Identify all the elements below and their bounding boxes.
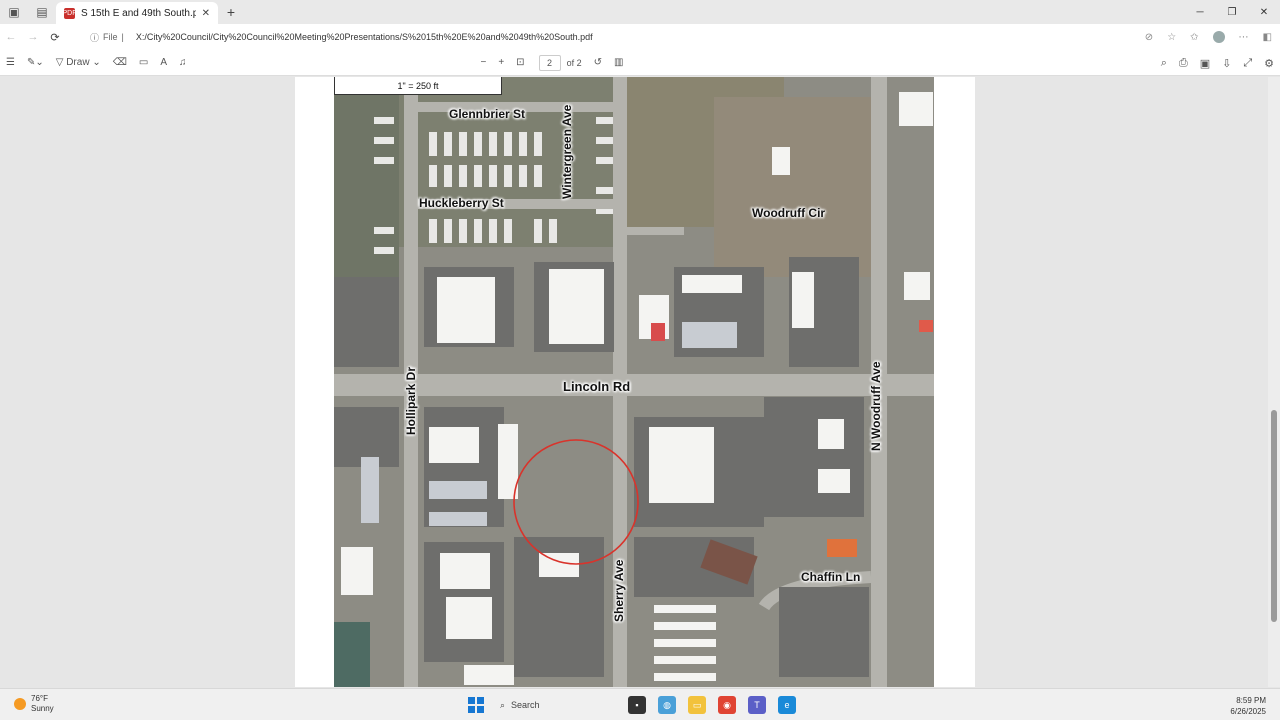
tab-actions-icon[interactable]: ▤ bbox=[28, 0, 56, 24]
favorite-star-icon[interactable]: ☆ bbox=[1167, 32, 1176, 43]
forward-icon[interactable]: → bbox=[22, 31, 44, 43]
sidebar-toggle-icon[interactable]: ◧ bbox=[1263, 32, 1272, 43]
clock-time: 8:59 PM bbox=[1236, 696, 1266, 705]
clock-date: 6/26/2025 bbox=[1230, 707, 1266, 716]
pdf-toolbar: ☰ ✎⌄ ▽ Draw ⌄ ⌫ ▭ A ♫ − + ⊡ 2 of 2 ↺ ▥ ⌕… bbox=[0, 50, 1280, 76]
rotate-icon[interactable]: ↺ bbox=[588, 50, 608, 76]
draw-label: Draw bbox=[66, 57, 90, 68]
refresh-icon[interactable]: ⟳ bbox=[44, 31, 66, 44]
read-aloud-pdf-icon[interactable]: ♫ bbox=[173, 50, 193, 76]
fullscreen-icon[interactable]: ⤢ bbox=[1243, 57, 1252, 70]
file-explorer-icon[interactable]: ▭ bbox=[688, 696, 706, 714]
chrome-icon[interactable]: ◉ bbox=[718, 696, 736, 714]
task-view-icon[interactable]: ▪ bbox=[628, 696, 646, 714]
street-label: Glennbrier St bbox=[449, 107, 526, 121]
street-label: Woodruff Cir bbox=[752, 206, 826, 220]
system-clock[interactable]: 8:59 PM 6/26/2025 bbox=[1230, 695, 1266, 717]
find-icon[interactable]: ⌕ bbox=[1161, 57, 1167, 70]
pdf-page: 1" = 250 ft Glennbrier St Wintergreen Av… bbox=[295, 77, 975, 687]
street-label: Huckleberry St bbox=[419, 196, 504, 210]
street-label: N Woodruff Ave bbox=[869, 361, 883, 451]
pdf-toolbar-right: ⌕ ⎙ ▣ ⇩ ⤢ ⚙ bbox=[1161, 50, 1274, 76]
scrollbar-thumb[interactable] bbox=[1271, 410, 1277, 622]
avatar[interactable] bbox=[1212, 31, 1225, 43]
copilot-icon[interactable]: ◍ bbox=[658, 696, 676, 714]
workspaces-icon[interactable]: ▣ bbox=[0, 0, 28, 24]
window-controls: ─ ❐ ✕ bbox=[1184, 0, 1280, 24]
draw-icon: ▽ bbox=[55, 57, 67, 68]
page-count: of 2 bbox=[566, 57, 582, 68]
site-info[interactable]: ⓘ File | bbox=[90, 31, 124, 44]
back-icon[interactable]: ← bbox=[0, 31, 22, 43]
print-icon[interactable]: ⎙ bbox=[1179, 57, 1188, 70]
edge-icon[interactable]: e bbox=[778, 696, 796, 714]
street-label: Lincoln Rd bbox=[563, 379, 631, 394]
more-menu-icon[interactable]: ⋯ bbox=[1239, 32, 1249, 43]
taskbar: 76°F Sunny ⌕ Search ▪ ◍ ▭ ◉ T e 8:59 PM … bbox=[0, 688, 1280, 720]
fit-page-icon[interactable]: ⊡ bbox=[510, 50, 530, 76]
sun-icon bbox=[14, 698, 26, 710]
tab-close-icon[interactable]: ✕ bbox=[202, 8, 210, 19]
new-tab-button[interactable]: + bbox=[218, 0, 244, 24]
erase-icon[interactable]: ⌫ bbox=[107, 50, 133, 76]
aerial-map: 1" = 250 ft Glennbrier St Wintergreen Av… bbox=[334, 77, 934, 687]
zoom-out-icon[interactable]: − bbox=[474, 50, 492, 76]
url-scheme-label: File bbox=[103, 32, 118, 42]
pdf-file-icon: PDF bbox=[62, 7, 77, 19]
text-size-icon[interactable]: A bbox=[154, 50, 173, 76]
url-text[interactable]: X:/City%20Council/City%20Council%20Meeti… bbox=[136, 32, 593, 42]
read-aloud-icon[interactable]: ⊘ bbox=[1145, 32, 1153, 43]
taskbar-apps: ⌕ Search ▪ ◍ ▭ ◉ T e bbox=[468, 693, 796, 717]
pdf-viewer[interactable]: 1" = 250 ft Glennbrier St Wintergreen Av… bbox=[0, 77, 1268, 687]
vertical-scrollbar[interactable] bbox=[1268, 77, 1280, 687]
weather-temperature: 76°F bbox=[31, 694, 48, 703]
street-label: Chaffin Ln bbox=[801, 570, 861, 584]
address-bar: ← → ⟳ ⓘ File | X:/City%20Council/City%20… bbox=[0, 24, 1280, 50]
contents-icon[interactable]: ☰ bbox=[0, 50, 21, 76]
address-bar-actions: ⊘ ☆ ✩ ⋯ ◧ bbox=[1145, 24, 1272, 50]
page-number-input[interactable]: 2 bbox=[538, 54, 561, 71]
tab-bar: ▣ ▤ PDF S 15th E and 49th South.pdf ✕ + … bbox=[0, 0, 1280, 24]
teams-icon[interactable]: T bbox=[748, 696, 766, 714]
settings-icon[interactable]: ⚙ bbox=[1264, 57, 1274, 70]
tab-pdf[interactable]: PDF S 15th E and 49th South.pdf ✕ bbox=[56, 2, 218, 24]
close-window-icon[interactable]: ✕ bbox=[1248, 0, 1280, 24]
save-as-icon[interactable]: ⇩ bbox=[1222, 57, 1231, 70]
taskbar-search[interactable]: ⌕ Search bbox=[496, 694, 616, 716]
search-label: Search bbox=[511, 700, 540, 710]
text-box-icon[interactable]: ▭ bbox=[133, 50, 154, 76]
street-label: Hollipark Dr bbox=[404, 366, 418, 435]
map-scale: 1" = 250 ft bbox=[334, 77, 502, 95]
zoom-in-icon[interactable]: + bbox=[492, 50, 510, 76]
info-icon: ⓘ bbox=[90, 32, 100, 43]
aerial-map-graphic bbox=[334, 77, 934, 687]
favorites-icon[interactable]: ✩ bbox=[1190, 32, 1198, 43]
weather-condition: Sunny bbox=[31, 704, 54, 713]
windows-start-icon[interactable] bbox=[468, 697, 484, 713]
save-icon[interactable]: ▣ bbox=[1200, 57, 1210, 70]
search-icon: ⌕ bbox=[500, 699, 506, 710]
tab-title: S 15th E and 49th South.pdf bbox=[81, 7, 196, 19]
draw-button[interactable]: ▽ Draw ⌄ bbox=[50, 50, 107, 76]
restore-icon[interactable]: ❐ bbox=[1216, 0, 1248, 24]
weather-widget[interactable]: 76°F Sunny bbox=[14, 694, 54, 714]
page-view-icon[interactable]: ▥ bbox=[608, 50, 629, 76]
minimize-icon[interactable]: ─ bbox=[1184, 0, 1216, 24]
street-label: Wintergreen Ave bbox=[560, 104, 574, 199]
street-label: Sherry Ave bbox=[612, 559, 626, 622]
highlight-icon[interactable]: ✎⌄ bbox=[21, 50, 50, 76]
